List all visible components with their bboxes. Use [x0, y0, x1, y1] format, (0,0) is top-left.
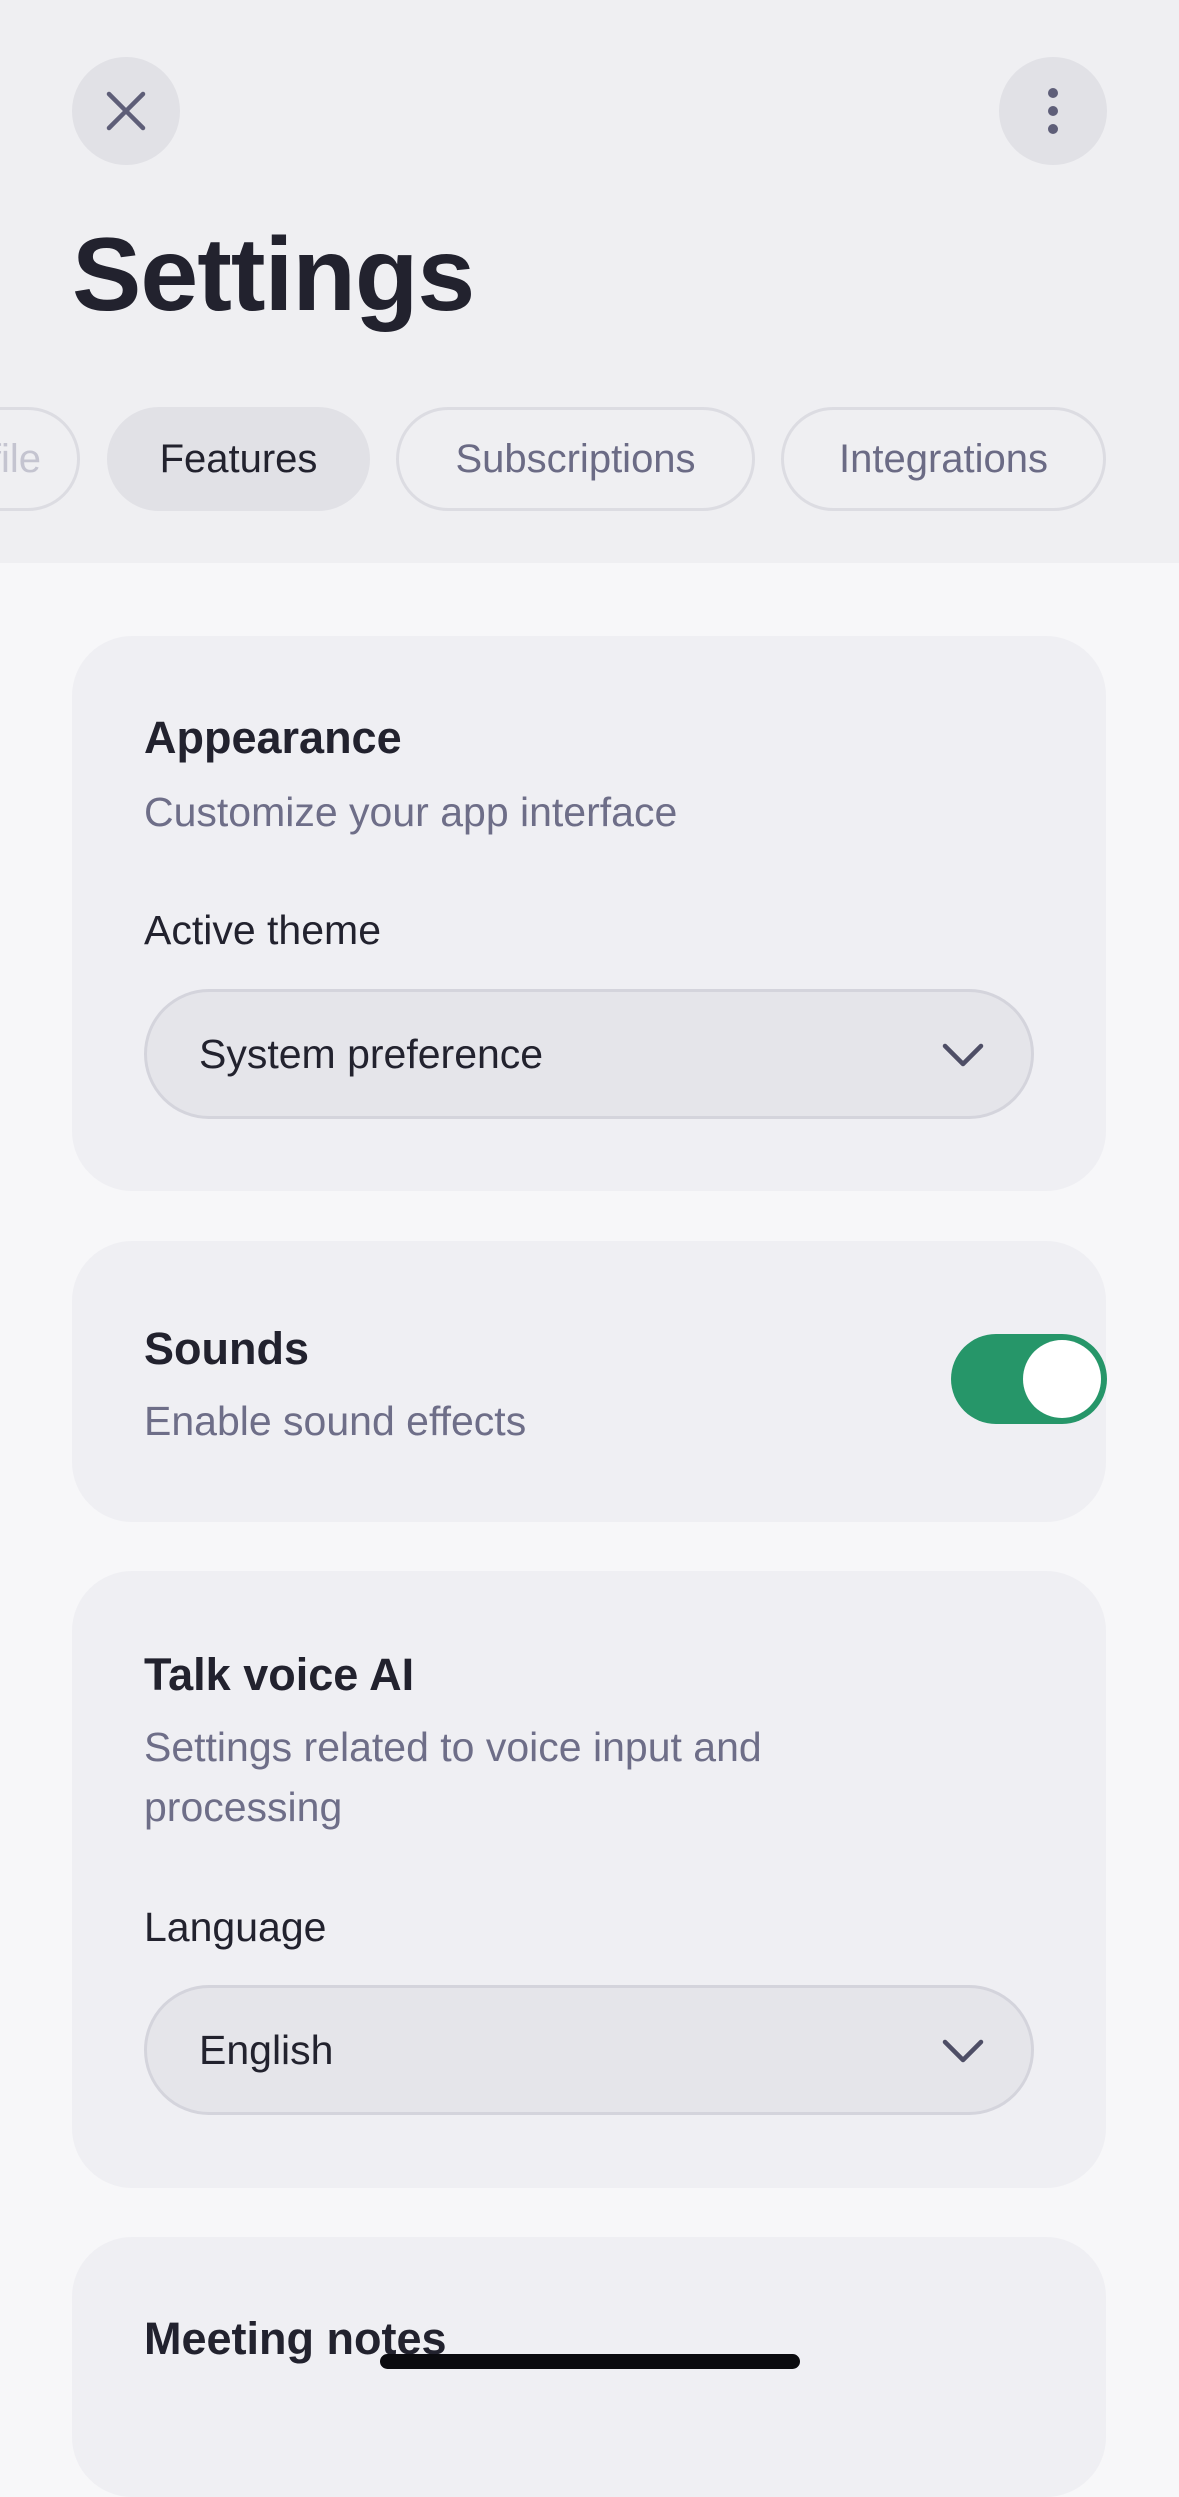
card-title: Sounds — [144, 1323, 309, 1374]
card-title: Talk voice AI — [144, 1649, 415, 1700]
sounds-card: Sounds Enable sound effects — [72, 1241, 1107, 1522]
field-label: Language — [144, 1904, 327, 1950]
tab-integrations[interactable]: Integrations — [781, 407, 1106, 511]
card-subtitle: Customize your app interface — [144, 789, 678, 835]
select-value: System preference — [199, 1031, 544, 1077]
card-subtitle-line: processing — [144, 1784, 343, 1830]
tab-profile[interactable]: Profile — [0, 407, 80, 511]
close-button[interactable] — [72, 57, 180, 165]
voice-ai-card: Talk voice AI Settings related to voice … — [72, 1571, 1106, 2188]
toggle-knob — [1023, 1340, 1101, 1418]
theme-select[interactable]: System preference — [144, 989, 1034, 1119]
language-select[interactable]: English — [144, 1985, 1034, 2115]
appearance-card: Appearance Customize your app interface … — [72, 636, 1106, 1191]
tab-label: Integrations — [838, 436, 1049, 481]
home-indicator — [380, 2354, 800, 2369]
close-icon — [106, 91, 146, 131]
page-title: Settings — [72, 217, 475, 333]
tab-label: Features — [159, 436, 318, 481]
tab-label: Subscriptions — [455, 436, 696, 481]
tab-features[interactable]: Features — [107, 407, 370, 511]
card-subtitle: Settings related to voice input and proc… — [144, 1717, 762, 1837]
more-vertical-icon — [1048, 88, 1058, 134]
tab-subscriptions[interactable]: Subscriptions — [396, 407, 755, 511]
tab-label: Profile — [0, 436, 41, 481]
select-value: English — [199, 2027, 334, 2073]
settings-header: Settings Profile Features Subscriptions … — [0, 0, 1179, 563]
more-options-button[interactable] — [999, 57, 1107, 165]
chevron-down-icon — [942, 1043, 984, 1067]
field-label: Active theme — [144, 907, 381, 953]
card-subtitle-line: Settings related to voice input and — [144, 1724, 762, 1770]
settings-tabs: Profile Features Subscriptions Integrati… — [0, 407, 1179, 515]
card-title: Appearance — [144, 712, 402, 763]
chevron-down-icon — [942, 2039, 984, 2063]
card-subtitle: Enable sound effects — [144, 1398, 527, 1444]
sounds-toggle[interactable] — [951, 1334, 1107, 1424]
